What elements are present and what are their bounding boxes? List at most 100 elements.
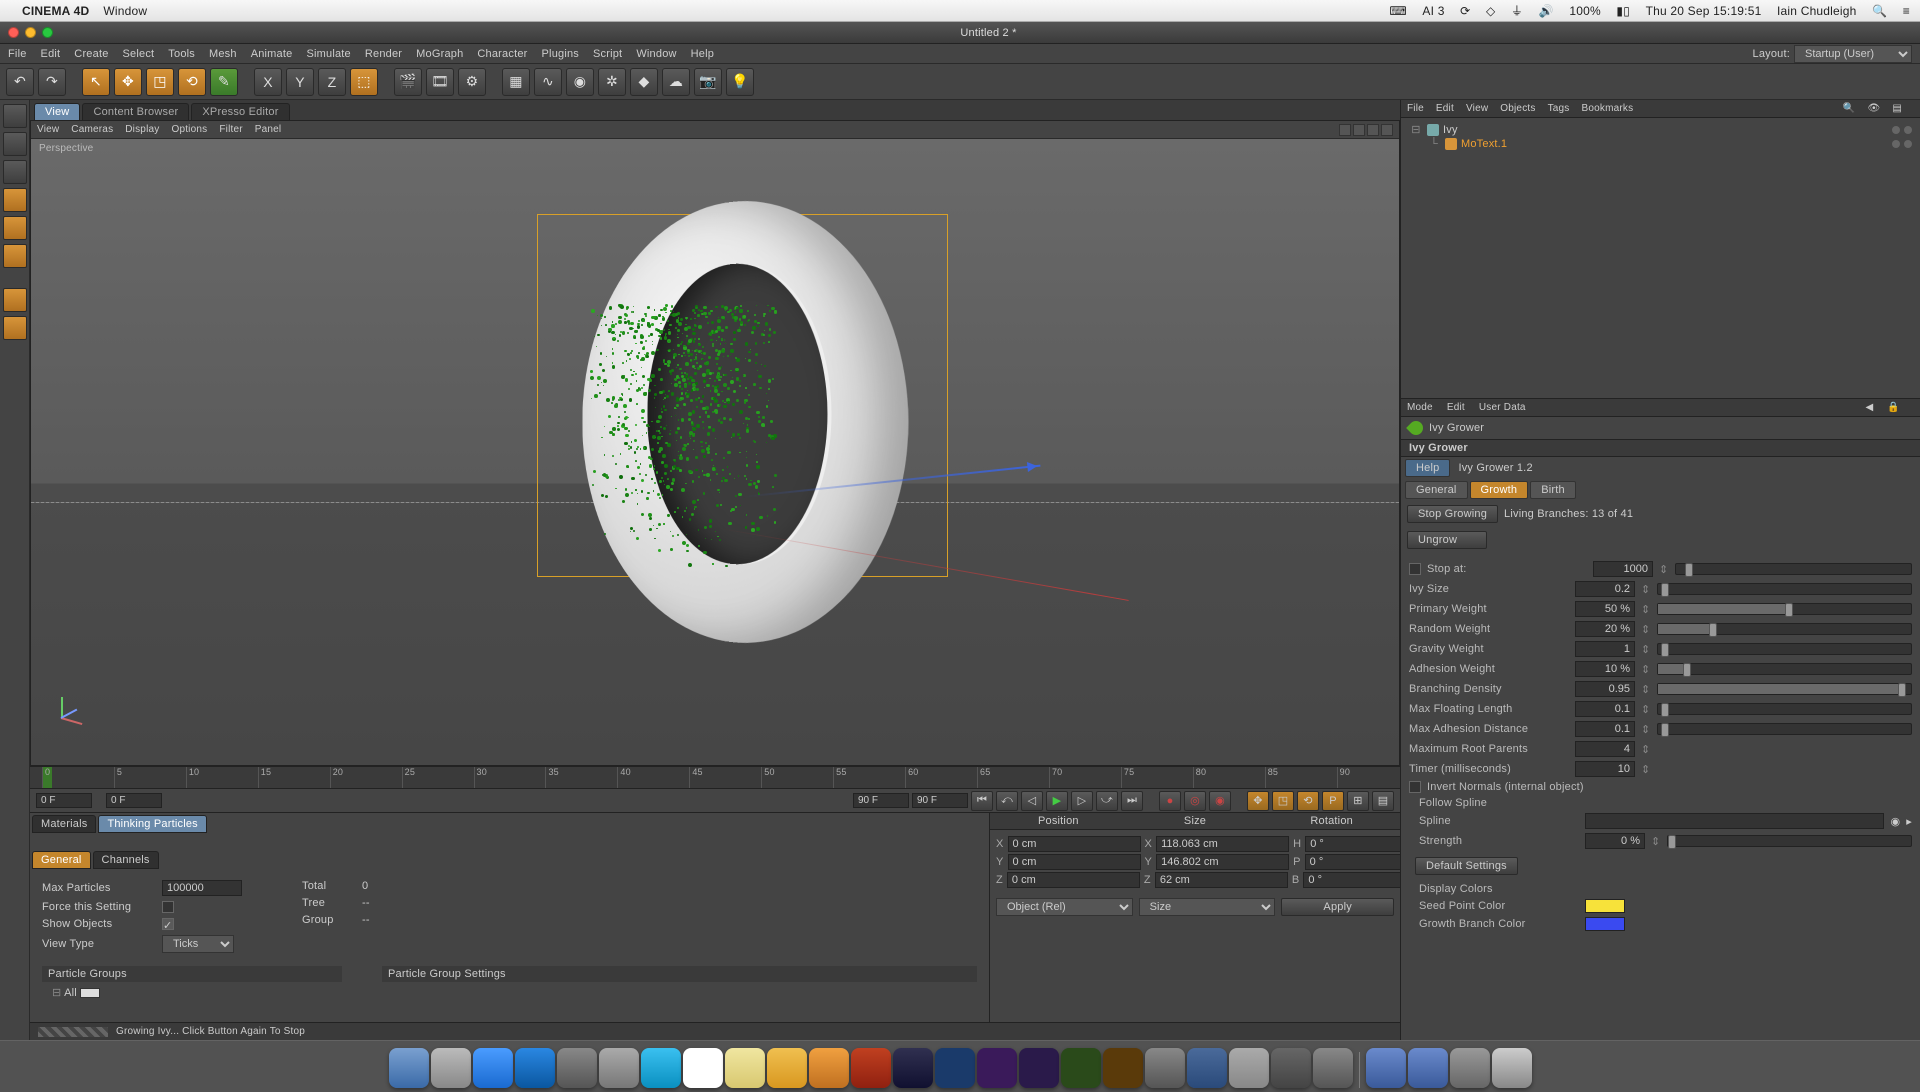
object-mode-button[interactable] (3, 188, 27, 212)
next-frame-button[interactable]: ▷ (1071, 791, 1093, 811)
dock-app-icon-6[interactable] (851, 1048, 891, 1088)
anim-mode-button[interactable]: ▤ (1372, 791, 1394, 811)
sel-view-type[interactable]: Ticks (162, 935, 234, 953)
input-max-adhesion[interactable] (1575, 721, 1635, 737)
zoom-window-button[interactable] (42, 27, 53, 38)
menubar-wifi-icon[interactable]: ⏚ (1511, 4, 1523, 18)
render-region-button[interactable]: 🎞 (426, 68, 454, 96)
pg-all[interactable]: All (64, 987, 77, 999)
tp-subtab-channels[interactable]: Channels (93, 851, 159, 869)
menubar-battery[interactable]: 100% (1569, 4, 1601, 18)
chk-force-setting[interactable] (162, 901, 174, 913)
input-strength[interactable] (1585, 833, 1645, 849)
swatch-seed-color[interactable] (1585, 899, 1625, 913)
goto-end-button[interactable]: ⏭ (1121, 791, 1143, 811)
make-editable-button[interactable] (3, 104, 27, 128)
layout-select[interactable]: Startup (User) (1794, 45, 1912, 63)
ungrow-button[interactable]: Ungrow (1407, 531, 1487, 549)
axis-y-button[interactable]: Y (286, 68, 314, 96)
om-search-icon[interactable]: 🔍 (1843, 103, 1856, 114)
menubar-dropbox-icon[interactable]: ◇ (1486, 4, 1495, 18)
default-settings-button[interactable]: Default Settings (1415, 857, 1518, 875)
menubar-user[interactable]: Iain Chudleigh (1777, 4, 1857, 18)
slider-strength[interactable] (1667, 835, 1912, 847)
goto-next-key-button[interactable]: ⤻ (1096, 791, 1118, 811)
viewport-3d[interactable]: Perspective (31, 139, 1399, 765)
dock-app-icon-11[interactable] (1313, 1048, 1353, 1088)
menu-character[interactable]: Character (477, 48, 527, 60)
chk-invert-normals[interactable] (1409, 781, 1421, 793)
input-spline-link[interactable] (1585, 813, 1884, 829)
current-frame-field[interactable] (36, 793, 92, 808)
dock-folder-icon-2[interactable] (1408, 1048, 1448, 1088)
stop-growing-button[interactable]: Stop Growing (1407, 505, 1498, 523)
slider-ivy-size[interactable] (1657, 583, 1912, 595)
vp-nav-icon-1[interactable] (1339, 124, 1351, 136)
tab-content-browser[interactable]: Content Browser (82, 103, 189, 120)
menu-mesh[interactable]: Mesh (209, 48, 237, 60)
dock-trash-icon[interactable] (1492, 1048, 1532, 1088)
attr-tab-birth[interactable]: Birth (1530, 481, 1576, 499)
attr-tab-general[interactable]: General (1405, 481, 1468, 499)
add-cube-button[interactable]: ▦ (502, 68, 530, 96)
dock-app-icon-7[interactable] (1145, 1048, 1185, 1088)
vp-nav-icon-3[interactable] (1367, 124, 1379, 136)
dock-notes-icon[interactable] (725, 1048, 765, 1088)
dock-app-icon-8[interactable] (1187, 1048, 1227, 1088)
input-ivy-size[interactable] (1575, 581, 1635, 597)
size-y-input[interactable] (1156, 854, 1289, 870)
tab-thinking-particles[interactable]: Thinking Particles (98, 815, 206, 833)
attr-lock-icon[interactable]: 🔒 (1887, 402, 1900, 413)
move-tool[interactable]: ✥ (114, 68, 142, 96)
model-mode-button[interactable] (3, 132, 27, 156)
input-max-particles[interactable] (162, 880, 242, 896)
dock-photoshop-icon[interactable] (935, 1048, 975, 1088)
add-generator-button[interactable]: ✲ (598, 68, 626, 96)
end-frame-a-field[interactable] (853, 793, 909, 808)
menu-create[interactable]: Create (74, 48, 108, 60)
keyframe-sel-button[interactable]: ◉ (1209, 791, 1231, 811)
menubar-battery-icon[interactable]: ▮▯ (1616, 4, 1630, 18)
input-gravity-weight[interactable] (1575, 641, 1635, 657)
om-menu-bookmarks[interactable]: Bookmarks (1582, 103, 1634, 114)
coord-mode-select[interactable]: Object (Rel) (996, 898, 1133, 916)
menu-select[interactable]: Select (123, 48, 155, 60)
dock-dreamweaver-icon[interactable] (1061, 1048, 1101, 1088)
timeline-ruler[interactable]: 051015202530354045505560657075808590 (30, 766, 1400, 788)
recent-tool[interactable]: ✎ (210, 68, 238, 96)
menu-edit[interactable]: Edit (41, 48, 61, 60)
menu-render[interactable]: Render (365, 48, 402, 60)
attr-nav-back-icon[interactable]: ◀ (1865, 402, 1873, 413)
dock-finder-icon[interactable] (389, 1048, 429, 1088)
dock-app-icon-5[interactable] (809, 1048, 849, 1088)
slider-random-weight[interactable] (1657, 623, 1912, 635)
menu-animate[interactable]: Animate (251, 48, 293, 60)
size-x-input[interactable] (1156, 836, 1289, 852)
chk-show-objects[interactable]: ✓ (162, 918, 174, 930)
input-random-weight[interactable] (1575, 621, 1635, 637)
menu-file[interactable]: File (8, 48, 27, 60)
dock-stack-icon[interactable] (1450, 1048, 1490, 1088)
om-filter-icon[interactable]: ▤ (1892, 103, 1902, 114)
rot-key-button[interactable]: ⟲ (1297, 791, 1319, 811)
redo-button[interactable]: ↷ (38, 68, 66, 96)
add-camera-button[interactable]: 📷 (694, 68, 722, 96)
chk-stop-at[interactable] (1409, 563, 1421, 575)
end-frame-b-field[interactable] (912, 793, 968, 808)
menu-help[interactable]: Help (691, 48, 714, 60)
pos-x-input[interactable] (1008, 836, 1141, 852)
start-frame-field[interactable] (106, 793, 162, 808)
undo-button[interactable]: ↶ (6, 68, 34, 96)
spline-picker-icon[interactable]: ◉ (1890, 815, 1900, 828)
tree-item-motext[interactable]: └MoText.1 (1409, 137, 1912, 151)
axis-mode-button[interactable] (3, 288, 27, 312)
coord-size-mode-select[interactable]: Size (1139, 898, 1276, 916)
menubar-datetime[interactable]: Thu 20 Sep 15:19:51 (1646, 4, 1762, 18)
add-spline-button[interactable]: ∿ (534, 68, 562, 96)
menubar-sync-icon[interactable]: ⟳ (1460, 4, 1470, 18)
input-timer[interactable] (1575, 761, 1635, 777)
vp-menu-view[interactable]: View (37, 124, 59, 135)
record-button[interactable]: ● (1159, 791, 1181, 811)
tree-item-ivy[interactable]: ⊟Ivy (1409, 122, 1912, 137)
dock-app-icon-10[interactable] (1271, 1048, 1311, 1088)
